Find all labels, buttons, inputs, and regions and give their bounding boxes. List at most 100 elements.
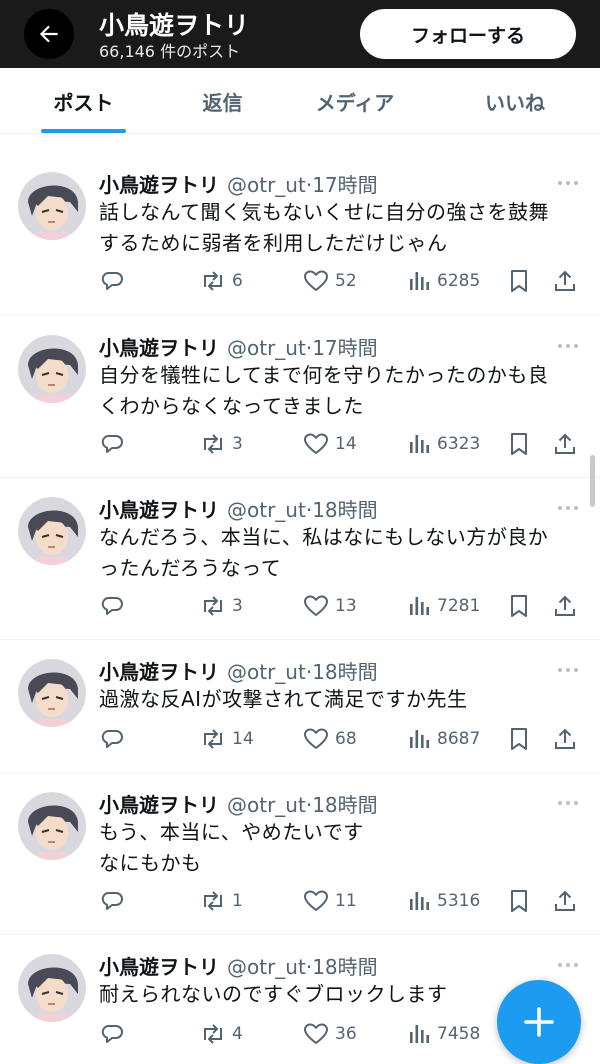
- post-timestamp[interactable]: 18時間: [312, 660, 377, 684]
- post-author-handle[interactable]: @otr_ut: [227, 955, 306, 979]
- reply-button[interactable]: [100, 266, 130, 296]
- post-header: 小鳥遊ヲトリ @otr_ut·18時間: [99, 789, 378, 818]
- reply-button[interactable]: [100, 724, 130, 754]
- heart-icon: [304, 270, 328, 291]
- post-timestamp[interactable]: 17時間: [312, 173, 377, 197]
- repost-icon: [204, 729, 222, 749]
- scrollbar[interactable]: [590, 455, 595, 507]
- views-button[interactable]: 7458: [407, 1019, 480, 1049]
- repost-button[interactable]: 6: [200, 266, 243, 296]
- more-options-icon[interactable]: [556, 665, 580, 675]
- repost-button[interactable]: 1: [200, 886, 243, 916]
- tab-posts[interactable]: ポスト: [20, 68, 147, 134]
- avatar[interactable]: [18, 792, 86, 860]
- like-button[interactable]: 36: [303, 1019, 357, 1049]
- more-options-icon[interactable]: [556, 798, 580, 808]
- more-options-icon[interactable]: [556, 341, 580, 351]
- like-button[interactable]: 52: [303, 266, 357, 296]
- bookmark-button[interactable]: [508, 886, 530, 916]
- share-button[interactable]: [553, 724, 577, 754]
- compose-post-button[interactable]: [497, 980, 581, 1064]
- repost-button[interactable]: 4: [200, 1019, 243, 1049]
- post-author-handle[interactable]: @otr_ut: [227, 660, 306, 684]
- reply-button[interactable]: [100, 1019, 130, 1049]
- repost-button[interactable]: 14: [200, 724, 254, 754]
- repost-count: 3: [232, 434, 243, 454]
- post-author-name[interactable]: 小鳥遊ヲトリ: [99, 955, 219, 979]
- post-author-name[interactable]: 小鳥遊ヲトリ: [99, 336, 219, 360]
- follow-button[interactable]: フォローする: [360, 9, 576, 59]
- reply-button[interactable]: [100, 591, 130, 621]
- bookmark-button[interactable]: [508, 266, 530, 296]
- post-author-handle[interactable]: @otr_ut: [227, 173, 306, 197]
- post-timestamp[interactable]: 18時間: [312, 793, 377, 817]
- share-button[interactable]: [553, 266, 577, 296]
- post-author-handle[interactable]: @otr_ut: [227, 793, 306, 817]
- more-options-icon[interactable]: [556, 503, 580, 513]
- views-icon: [410, 597, 429, 615]
- post[interactable]: 小鳥遊ヲトリ @otr_ut·18時間 もう、本当に、やめたいです なにもかも 1 …: [0, 773, 600, 935]
- view-count: 8687: [437, 729, 481, 749]
- avatar-image: [18, 335, 86, 403]
- views-button[interactable]: 8687: [407, 724, 480, 754]
- views-button[interactable]: 5316: [407, 886, 480, 916]
- avatar[interactable]: [18, 335, 86, 403]
- like-button[interactable]: 13: [303, 591, 357, 621]
- heart-icon: [304, 595, 328, 616]
- post-text: 過激な反AIが攻撃されて満足ですか先生: [99, 684, 579, 715]
- views-button[interactable]: 6285: [407, 266, 480, 296]
- bookmark-button[interactable]: [508, 591, 530, 621]
- bookmark-button[interactable]: [508, 724, 530, 754]
- post-text: 話しなんて聞く気もないくせに自分の強さを鼓舞 するために弱者を利用しただけじゃん: [99, 197, 579, 259]
- views-button[interactable]: 6323: [407, 429, 480, 459]
- more-options-icon[interactable]: [556, 960, 580, 970]
- views-icon: [410, 1025, 429, 1043]
- more-options-icon[interactable]: [556, 178, 580, 188]
- post-author-name[interactable]: 小鳥遊ヲトリ: [99, 498, 219, 522]
- share-button[interactable]: [553, 886, 577, 916]
- post[interactable]: 小鳥遊ヲトリ @otr_ut·17時間 話しなんて聞く気もないくせに自分の強さを鼓…: [0, 153, 600, 316]
- post-count: 66,146 件のポスト: [99, 42, 241, 61]
- post[interactable]: 小鳥遊ヲトリ @otr_ut·18時間 なんだろう、本当に、私はなにもしない方が良…: [0, 478, 600, 640]
- repost-count: 4: [232, 1024, 243, 1044]
- repost-button[interactable]: 3: [200, 429, 243, 459]
- bookmark-button[interactable]: [508, 429, 530, 459]
- back-button[interactable]: [24, 9, 74, 59]
- avatar-image: [18, 792, 86, 860]
- reply-button[interactable]: [100, 429, 130, 459]
- like-count: 11: [335, 891, 357, 911]
- like-button[interactable]: 14: [303, 429, 357, 459]
- post-timestamp[interactable]: 18時間: [312, 955, 377, 979]
- like-button[interactable]: 11: [303, 886, 357, 916]
- avatar[interactable]: [18, 659, 86, 727]
- views-button[interactable]: 7281: [407, 591, 480, 621]
- repost-button[interactable]: 3: [200, 591, 243, 621]
- reply-button[interactable]: [100, 886, 130, 916]
- tab-replies[interactable]: 返信: [170, 68, 275, 134]
- share-button[interactable]: [553, 429, 577, 459]
- reply-icon: [101, 1025, 123, 1043]
- post-author-handle[interactable]: @otr_ut: [227, 336, 306, 360]
- heart-icon: [304, 1023, 328, 1044]
- like-count: 36: [335, 1024, 357, 1044]
- post-timestamp[interactable]: 17時間: [312, 336, 377, 360]
- reply-icon: [101, 435, 123, 453]
- tab-media[interactable]: メディア: [290, 68, 420, 134]
- avatar[interactable]: [18, 954, 86, 1022]
- post-author-name[interactable]: 小鳥遊ヲトリ: [99, 660, 219, 684]
- post[interactable]: 小鳥遊ヲトリ @otr_ut·18時間 過激な反AIが攻撃されて満足ですか先生 1…: [0, 640, 600, 773]
- bookmark-icon: [511, 270, 527, 292]
- tab-likes[interactable]: いいね: [455, 68, 575, 134]
- post-author-name[interactable]: 小鳥遊ヲトリ: [99, 173, 219, 197]
- post-author-handle[interactable]: @otr_ut: [227, 498, 306, 522]
- avatar[interactable]: [18, 172, 86, 240]
- post-author-name[interactable]: 小鳥遊ヲトリ: [99, 793, 219, 817]
- post[interactable]: 小鳥遊ヲトリ @otr_ut·17時間 自分を犠牲にしてまで何を守りたかったのかも…: [0, 316, 600, 478]
- post-timestamp[interactable]: 18時間: [312, 498, 377, 522]
- like-button[interactable]: 68: [303, 724, 357, 754]
- post-header: 小鳥遊ヲトリ @otr_ut·17時間: [99, 169, 378, 198]
- avatar[interactable]: [18, 497, 86, 565]
- like-count: 68: [335, 729, 357, 749]
- post-header: 小鳥遊ヲトリ @otr_ut·17時間: [99, 332, 378, 361]
- share-button[interactable]: [553, 591, 577, 621]
